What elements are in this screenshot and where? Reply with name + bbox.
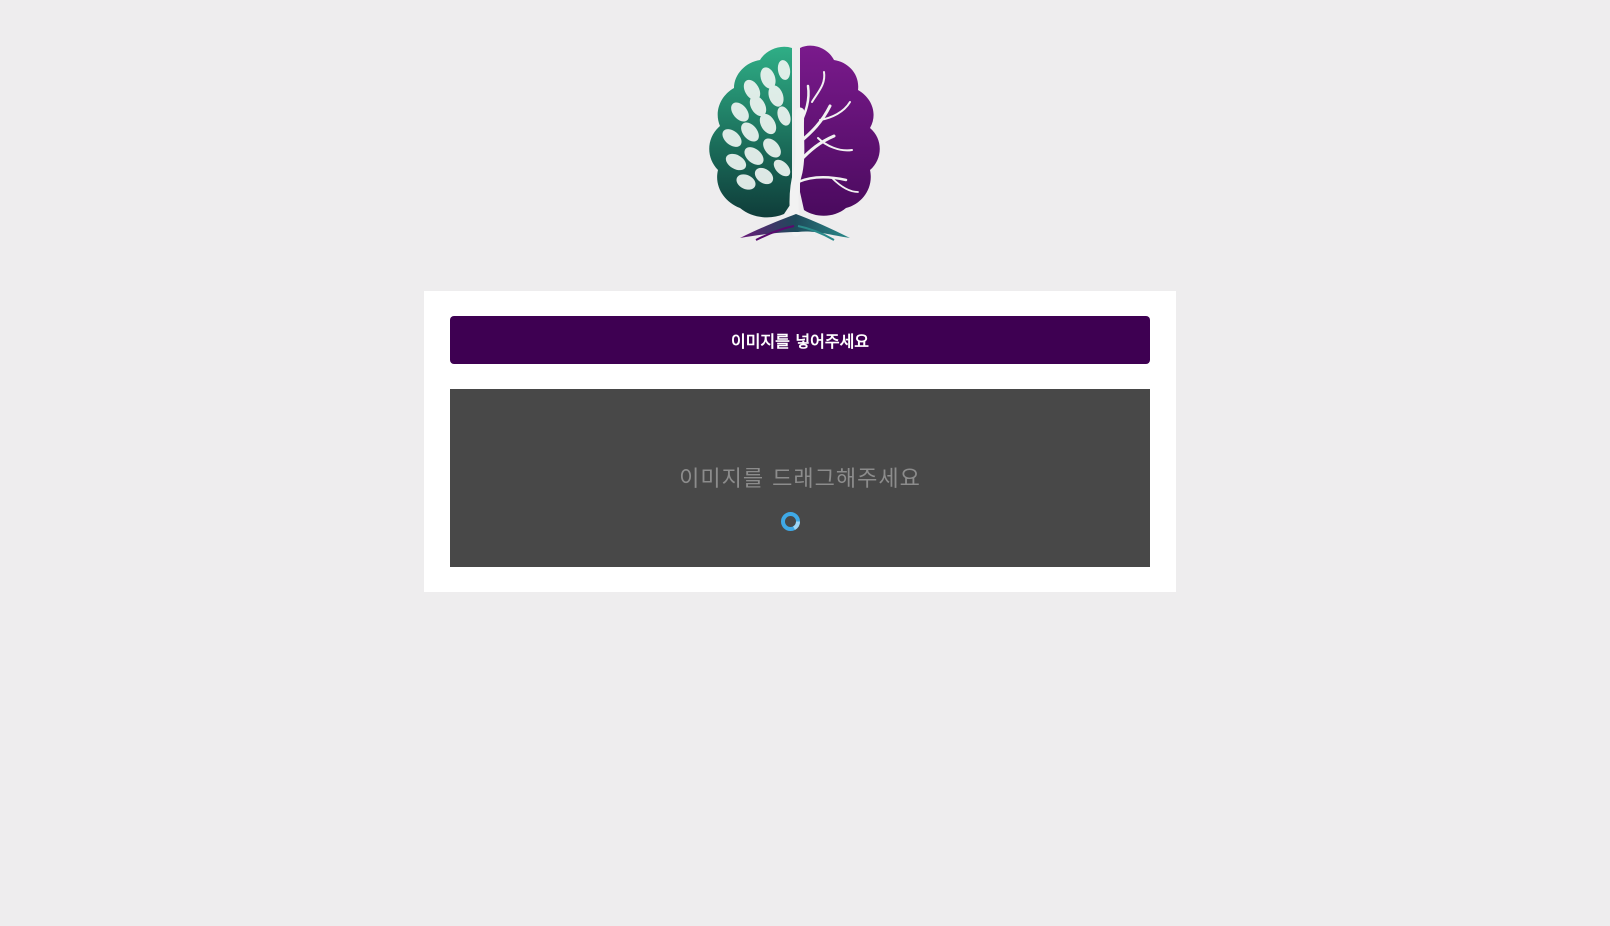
- loading-spinner-icon: [780, 511, 801, 532]
- tree-brain-icon: [709, 45, 880, 241]
- dropzone-label: 이미지를 드래그해주세요: [679, 467, 921, 492]
- upload-panel: 이미지를 넣어주세요 이미지를 드래그해주세요: [424, 291, 1176, 592]
- upload-image-button[interactable]: 이미지를 넣어주세요: [450, 316, 1150, 364]
- image-dropzone[interactable]: 이미지를 드래그해주세요: [450, 389, 1150, 567]
- tree-brain-logo: [700, 42, 892, 246]
